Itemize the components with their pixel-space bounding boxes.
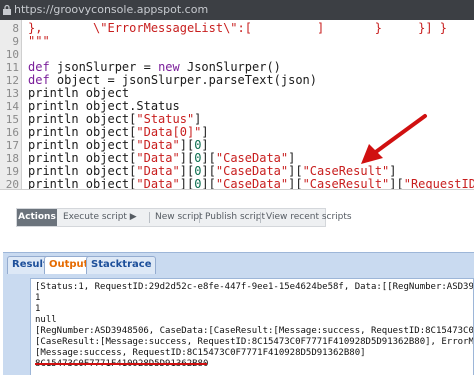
code-token: ][ xyxy=(288,177,303,190)
new-script-button[interactable]: New script xyxy=(155,209,203,226)
code-token: println object[ xyxy=(28,177,137,190)
toolbar-separator xyxy=(199,212,200,223)
code-token: }, \"ErrorMessageList\":[ ] } }] } xyxy=(28,21,448,35)
code-token: ][ xyxy=(179,164,195,178)
code-token: JsonSlurper() xyxy=(179,60,281,74)
code-token: """ xyxy=(28,34,50,48)
line-number: 17 xyxy=(5,139,19,152)
code-token: println object xyxy=(28,86,130,100)
output-panel: Result Output Stacktrace [Status:1, Requ… xyxy=(3,252,474,375)
line-number: 16 xyxy=(5,126,19,139)
lock-icon xyxy=(3,4,11,15)
code-token: object = jsonSlurper.parseText(json) xyxy=(49,73,317,87)
code-token: ] xyxy=(201,125,209,139)
toolbar-separator xyxy=(260,212,261,223)
code-token: "CaseData" xyxy=(215,177,289,190)
line-number: 20 xyxy=(5,178,19,190)
output-line: [RegNumber:ASD3948506, CaseData:[CaseRes… xyxy=(35,326,474,336)
line-number: 18 xyxy=(5,152,19,165)
annotation-arrow-icon xyxy=(361,114,427,164)
code-token: println object.Status xyxy=(28,99,180,113)
output-line: 1 xyxy=(35,304,41,314)
url-text[interactable]: https://groovyconsole.appspot.com xyxy=(14,3,208,16)
code-token: "Data[0]" xyxy=(136,125,202,139)
output-line: [Message:success, RequestID:8C15473C0F77… xyxy=(35,348,366,358)
code-token: new xyxy=(158,60,180,74)
code-token: "Data" xyxy=(136,151,180,165)
line-number: 8 xyxy=(12,22,19,35)
line-number: 14 xyxy=(5,100,19,113)
code-token: println object[ xyxy=(28,138,137,152)
code-token: println object[ xyxy=(28,151,137,165)
line-number-gutter: 8 9 10 11 12 13 14 15 16 17 18 19 20 xyxy=(0,20,22,190)
view-recent-scripts-button[interactable]: View recent scripts xyxy=(266,209,352,226)
browser-url-bar[interactable]: https://groovyconsole.appspot.com xyxy=(0,0,474,20)
code-token: ][ xyxy=(201,164,216,178)
code-line: """ xyxy=(28,35,50,48)
code-token: "Data" xyxy=(136,138,180,152)
code-token: ] xyxy=(201,138,209,152)
code-token: "Data" xyxy=(136,177,180,190)
line-number: 15 xyxy=(5,113,19,126)
code-token: ][ xyxy=(201,177,216,190)
toolbar-separator xyxy=(149,212,150,223)
code-token: def xyxy=(28,60,50,74)
publish-script-button[interactable]: Publish script xyxy=(205,209,265,226)
line-number: 12 xyxy=(5,74,19,87)
output-line: null xyxy=(35,315,57,325)
code-token: "RequestID" xyxy=(403,177,474,190)
output-line: [CaseResult:[Message:success, RequestID:… xyxy=(35,337,474,347)
output-line: [Status:1, RequestID:29d2d52c-e8fe-447f-… xyxy=(35,282,474,292)
output-console[interactable]: [Status:1, RequestID:29d2d52c-e8fe-447f-… xyxy=(30,278,474,375)
line-number: 13 xyxy=(5,87,19,100)
tab-stacktrace[interactable]: Stacktrace xyxy=(86,256,157,274)
code-token: "CaseData" xyxy=(215,164,289,178)
code-token: ] xyxy=(288,151,296,165)
code-line: println object["Data"][0]["CaseData"]["C… xyxy=(28,178,474,190)
execute-script-button[interactable]: Execute script ▶ xyxy=(63,209,137,226)
code-token: println object[ xyxy=(28,112,137,126)
code-token: println object[ xyxy=(28,125,137,139)
code-token: ][ xyxy=(201,151,216,165)
code-token: jsonSlurper = xyxy=(49,60,159,74)
output-tabs: Result Output Stacktrace xyxy=(3,253,474,275)
line-number: 11 xyxy=(5,61,19,74)
code-token: println object[ xyxy=(28,164,137,178)
code-token: "Status" xyxy=(136,112,195,126)
line-number: 19 xyxy=(5,165,19,178)
line-number: 9 xyxy=(12,35,19,48)
code-token: ][ xyxy=(288,164,303,178)
code-token: ] xyxy=(194,112,202,126)
actions-toolbar: Actions Execute script ▶ New script Publ… xyxy=(16,208,352,227)
code-token: "CaseData" xyxy=(215,151,289,165)
output-line: 1 xyxy=(35,293,41,303)
request-id-underline xyxy=(35,363,207,365)
code-token: ][ xyxy=(179,151,195,165)
line-number: 10 xyxy=(5,48,19,61)
code-token: "CaseResult" xyxy=(302,177,390,190)
code-line: }, \"ErrorMessageList\":[ ] } }] } xyxy=(28,22,447,35)
actions-label: Actions xyxy=(17,209,57,226)
code-token: ][ xyxy=(389,177,404,190)
code-token: ][ xyxy=(179,138,195,152)
code-token: def xyxy=(28,73,50,87)
code-token: ][ xyxy=(179,177,195,190)
code-token: "Data" xyxy=(136,164,180,178)
